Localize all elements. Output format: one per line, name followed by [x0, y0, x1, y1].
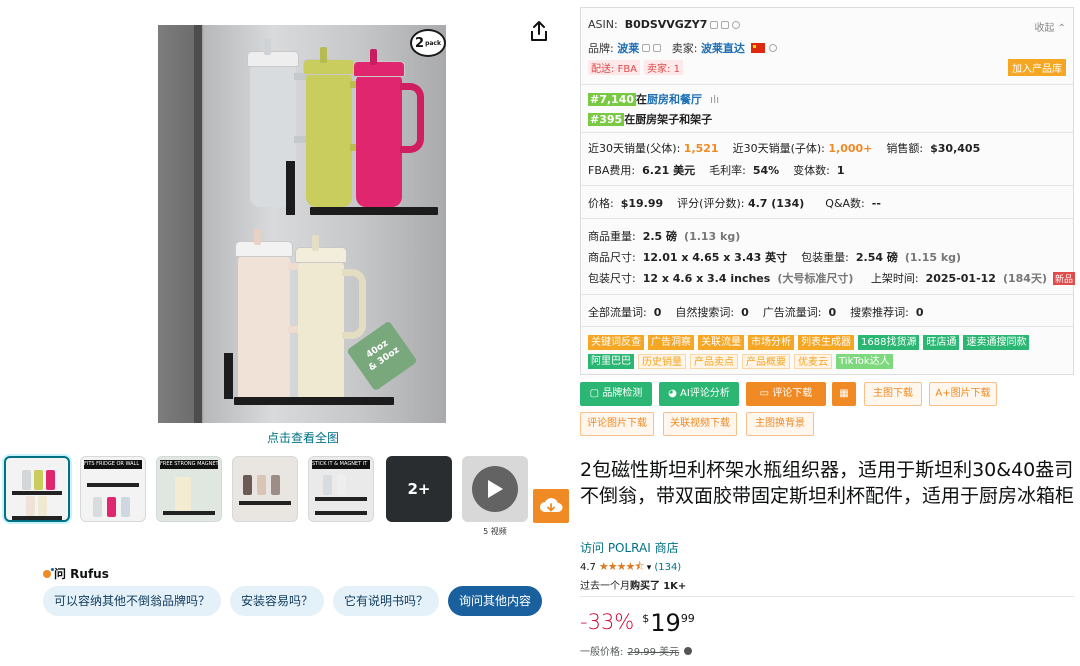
package-row: 包装尺寸: 12 x 4.6 x 3.4 inches (大号标准尺寸) 上架时… [588, 271, 1075, 285]
tool-tag-10[interactable]: 产品卖点 [690, 354, 738, 369]
tool-tag-8[interactable]: 阿里巴巴 [588, 354, 634, 369]
rufus-logo-icon [43, 567, 54, 578]
asin-row: ASIN: B0DSVVGZY7 [588, 18, 741, 31]
rufus-chip-ask-other[interactable]: 询问其他内容 [448, 586, 543, 616]
tool-tag-4[interactable]: 列表生成器 [798, 335, 854, 350]
seller-link[interactable]: 波莱直达 [701, 40, 745, 56]
store-link[interactable]: 访问 POLRAI 商店 [580, 539, 679, 556]
weight-row: 商品重量: 2.5 磅 (1.13 kg) [588, 229, 741, 244]
divider [580, 596, 1074, 597]
rating-stars[interactable]: ★★★★⯪ [599, 558, 645, 577]
rufus-chip-install[interactable]: 安装容易吗？ [230, 586, 325, 616]
calculator-icon[interactable]: ▦ [832, 382, 856, 406]
dimensions-row: 商品尺寸: 12.01 x 4.65 x 3.43 英寸 包装重量: 2.54 … [588, 250, 962, 265]
review-image-download-button[interactable]: 评论图片下载 [580, 412, 654, 436]
pack-count-badge: 2 pack [410, 29, 446, 57]
china-flag-icon [750, 43, 765, 53]
fridge-edge [194, 25, 202, 423]
discount-percent: -33% [580, 610, 635, 634]
ai-review-button[interactable]: ◕ AI评论分析 [659, 382, 739, 406]
collapse-toggle[interactable]: 收起 ⌃ [1034, 19, 1066, 34]
traffic-row: 全部流量词: 0 自然搜索词: 0 广告流量词: 0 搜索推荐词: 0 [588, 305, 924, 320]
price-cents: 99 [680, 612, 695, 625]
tool-tag-2[interactable]: 关联流量 [698, 335, 744, 350]
upper-shelf-back [286, 161, 295, 215]
thumbnail-video[interactable] [462, 456, 528, 522]
lower-shelf [234, 397, 394, 405]
tool-tags: 关键词反查 广告洞察 关联流量 市场分析 列表生成器 1688找货源 旺店通 速卖通搜同款阿里… [588, 335, 1068, 369]
bar-chart-icon[interactable]: ılı [710, 93, 719, 106]
tool-tag-1[interactable]: 广告洞察 [648, 335, 694, 350]
thumbnail-1[interactable] [4, 456, 70, 522]
chevron-down-icon[interactable]: ▾ [647, 563, 652, 573]
price-whole: 19 [650, 609, 681, 637]
tool-tag-9[interactable]: 历史销量 [638, 354, 686, 369]
main-image-background-button[interactable]: 主图换背景 [746, 412, 814, 436]
tumbler-pink [353, 49, 424, 207]
thumbnail-4[interactable] [232, 456, 298, 522]
image-icon[interactable] [721, 20, 730, 29]
tool-tag-5[interactable]: 1688找货源 [858, 335, 920, 350]
external-link-icon[interactable] [653, 44, 662, 52]
tool-tag-3[interactable]: 市场分析 [748, 335, 794, 350]
bought-last-month: 过去一个月购买了 1K+ [580, 581, 687, 592]
main-image-download-button[interactable]: 主图下载 [864, 382, 922, 406]
location-icon[interactable] [768, 44, 777, 52]
thumbnail-2[interactable]: FITS FRIDGE OR WALL [80, 456, 146, 522]
tool-tag-7[interactable]: 速卖通搜同款 [963, 335, 1030, 350]
share-icon[interactable] [529, 20, 549, 42]
brand-check-button[interactable]: ▢ 品牌检测 [580, 382, 652, 406]
brand-row: 品牌: 波莱 卖家: 波莱直达 [588, 40, 777, 56]
tool-tag-6[interactable]: 旺店通 [923, 335, 960, 350]
cloud-download-icon[interactable] [533, 489, 569, 523]
asin-value[interactable]: B0DSVVGZY7 [625, 18, 708, 31]
rank-category-link-1[interactable]: 厨房和餐厅 [647, 91, 702, 107]
sales-row: 近30天销量(父体): 1,521 近30天销量(子体): 1,000+ 销售额… [588, 141, 981, 156]
price-block: -33% $ 19 99 [580, 609, 695, 637]
rufus-suggestions: 可以容纳其他不倒翁品牌吗？ 安装容易吗？ 它有说明书吗？ 询问其他内容 [43, 586, 543, 616]
tool-tag-12[interactable]: 优麦云 [794, 354, 832, 369]
product-title: 2包磁性斯坦利杯架水瓶组织器，适用于斯坦利30&40盎司不倒翁，带双面胶带固定斯… [580, 459, 1075, 507]
rating-row: 4.7 ★★★★⯪ ▾ (134) [580, 558, 681, 577]
rank-row-2: #395 在 厨房架子和架子 [588, 111, 713, 127]
tool-tag-11[interactable]: 产品概要 [742, 354, 790, 369]
tool-tag-0[interactable]: 关键词反查 [588, 335, 644, 350]
rufus-chip-compatibility[interactable]: 可以容纳其他不倒翁品牌吗？ [43, 586, 222, 616]
thumbnail-3[interactable]: FREE STRONG MAGNET [156, 456, 222, 522]
brand-link[interactable]: 波莱 [617, 40, 639, 56]
tool-tag-13[interactable]: TikTok达人 [836, 354, 893, 369]
review-download-button[interactable]: ▭ 评论下载 [746, 382, 826, 406]
thumbnail-more[interactable]: 2+ [386, 456, 452, 522]
play-icon [472, 466, 518, 512]
upper-shelf [310, 207, 438, 215]
tumbler-cream [235, 229, 312, 405]
rating-count-link[interactable]: (134) [654, 562, 681, 573]
related-video-download-button[interactable]: 关联视频下载 [663, 412, 737, 436]
rufus-chip-manual[interactable]: 它有说明书吗？ [333, 586, 440, 616]
tumbler-beige [295, 235, 366, 405]
shipping-row: 配送: FBA 卖家: 1 [588, 60, 687, 75]
lower-shelf-back [224, 353, 233, 399]
info-icon[interactable] [684, 647, 693, 655]
video-count: 5 视频 [483, 527, 507, 536]
add-to-library-button[interactable]: 加入产品库 [1008, 59, 1066, 76]
copy-icon[interactable] [642, 44, 651, 52]
view-full-image-link[interactable]: 点击查看全图 [238, 429, 368, 446]
rank-row-1: #7,140 在 厨房和餐厅 ılı [588, 91, 720, 107]
new-badge: 新品 [1052, 271, 1075, 285]
thumbnail-5[interactable]: STICK IT & MAGNET IT [308, 456, 374, 522]
rank-category-link-2[interactable]: 厨房架子和架子 [635, 111, 712, 127]
seller-plugin-panel: ASIN: B0DSVVGZY7 收起 ⌃ 品牌: 波莱 卖家: 波莱直达 配送… [580, 7, 1075, 375]
aplus-image-download-button[interactable]: A+图片下载 [929, 382, 997, 406]
price-score-row: 价格: $19.99 评分(评分数): 4.7 (134) Q&A数: -- [588, 196, 881, 211]
copy-icon[interactable] [710, 20, 719, 29]
list-price: 一般价格: 29.99 美元 [580, 643, 693, 658]
main-product-image[interactable]: 2 pack 40oz & 30oz [158, 25, 446, 423]
tumbler-lime [303, 47, 374, 207]
rufus-title: 问 Rufus [43, 565, 109, 582]
location-icon[interactable] [732, 20, 741, 29]
fee-row: FBA费用: 6.21 美元 毛利率: 54% 变体数: 1 [588, 163, 845, 178]
